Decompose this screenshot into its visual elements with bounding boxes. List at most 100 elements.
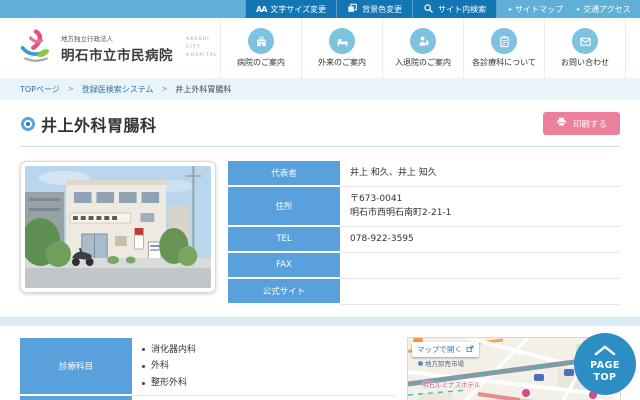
font-size-icon: AA xyxy=(256,4,267,14)
row-header: 診療科目 xyxy=(20,338,132,396)
brand-text: 地方独立行政法人 明石市立市民病院 xyxy=(61,33,173,64)
clinic-detail-table: 診療科目 消化器内科 外科 整形外科 コメント 胃内視鏡 xyxy=(20,338,396,400)
row-header: 住所 xyxy=(228,187,340,227)
nav-item-contact[interactable]: お問い合わせ xyxy=(544,18,625,78)
tel-value: 078-922-3595 xyxy=(350,233,414,244)
utility-links: ▸ サイトマップ ▸ 交通アクセス xyxy=(509,0,631,18)
breadcrumb-current: 井上外科胃腸科 xyxy=(175,84,232,94)
table-row-representative: 代表者 井上 和久、井上 知久 xyxy=(228,161,620,187)
background-color-button[interactable]: 背景色変更 xyxy=(337,0,414,18)
departments-list: 消化器内科 外科 整形外科 xyxy=(142,342,386,392)
utility-bar: AA 文字サイズ変更 背景色変更 サイト内検索 ▸ サイトマップ ▸ 交通アクセ… xyxy=(0,0,640,18)
site-search-label: サイト内検索 xyxy=(438,4,487,14)
org-name-en: AKASHI CITY HOSPITAL xyxy=(186,36,218,59)
table-row-address: 住所 〒673-0041 明石市西明石南町2-21-1 xyxy=(228,187,620,227)
printer-icon xyxy=(556,117,567,130)
breadcrumb-separator: > xyxy=(67,85,74,93)
page-top-label: TOP xyxy=(593,371,617,383)
map-poi-label: 明石ルミナスホテル xyxy=(422,381,481,389)
department-item: 外科 xyxy=(142,358,386,375)
nav-item-admission-guide[interactable]: 入退院のご案内 xyxy=(382,18,463,78)
main-nav: 病院のご案内 外来のご案内 入退院のご案内 各診療科について お問い合わせ xyxy=(220,18,626,78)
row-value: 〒673-0041 明石市西明石南町2-21-1 xyxy=(340,187,620,227)
external-link-icon xyxy=(466,345,474,355)
arrow-bullet-icon: ▸ xyxy=(509,5,513,13)
table-row-tel: TEL 078-922-3595 xyxy=(228,227,620,253)
title-bullet-icon xyxy=(21,117,35,131)
breadcrumb-top-link[interactable]: TOPページ xyxy=(20,84,60,95)
main-content: 井上外科胃腸科 印刷する 代表者 井上 和久、井上 知久 住所 〒673-004… xyxy=(0,112,640,400)
open-in-maps-label: マップで開く xyxy=(417,345,462,354)
hospital-building-icon xyxy=(248,28,274,54)
clinic-info-table: 代表者 井上 和久、井上 知久 住所 〒673-0041 明石市西明石南町2-2… xyxy=(228,161,620,305)
outpatient-bed-icon xyxy=(329,28,355,54)
row-value xyxy=(340,253,620,279)
nav-item-outpatient-guide[interactable]: 外来のご案内 xyxy=(301,18,382,78)
clinic-summary-row: 代表者 井上 和久、井上 知久 住所 〒673-0041 明石市西明石南町2-2… xyxy=(20,161,620,305)
row-value: 078-922-3595 xyxy=(340,227,620,253)
page-top-button[interactable]: PAGE TOP xyxy=(574,333,636,395)
site-search-button[interactable]: サイト内検索 xyxy=(413,0,498,18)
arrow-bullet-icon: ▸ xyxy=(577,5,581,13)
department-item: 整形外科 xyxy=(142,375,386,392)
row-header: 代表者 xyxy=(228,161,340,187)
background-color-label: 背景色変更 xyxy=(362,4,403,14)
nav-item-departments[interactable]: 各診療科について xyxy=(463,18,544,78)
print-button[interactable]: 印刷する xyxy=(542,112,620,135)
utility-buttons: AA 文字サイズ変更 背景色変更 サイト内検索 xyxy=(245,0,498,18)
sitemap-label: サイトマップ xyxy=(515,4,564,14)
layers-icon xyxy=(347,3,358,16)
departments-clipboard-icon xyxy=(491,28,517,54)
print-button-label: 印刷する xyxy=(572,119,607,130)
nav-label: 病院のご案内 xyxy=(237,58,285,67)
row-value: 井上 和久、井上 知久 xyxy=(340,161,620,187)
access-link[interactable]: ▸ 交通アクセス xyxy=(577,4,631,15)
table-row-comment: コメント 胃内視鏡 xyxy=(20,396,396,400)
org-name: 明石市立市民病院 xyxy=(61,47,173,64)
title-divider xyxy=(20,146,620,147)
access-label: 交通アクセス xyxy=(583,4,631,14)
title-row: 井上外科胃腸科 印刷する xyxy=(20,112,620,136)
department-item: 消化器内科 xyxy=(142,342,386,359)
row-header: コメント xyxy=(20,396,132,400)
map-poi-label: 地方卸売市場 xyxy=(418,358,464,368)
chevron-up-icon xyxy=(593,345,617,360)
search-icon xyxy=(423,3,434,16)
breadcrumb: TOPページ > 登録医検索システム > 井上外科胃腸科 xyxy=(0,78,640,100)
postal-code: 〒673-0041 xyxy=(350,194,403,204)
row-value: 消化器内科 外科 整形外科 xyxy=(132,338,396,396)
org-type: 地方独立行政法人 xyxy=(61,34,113,43)
clinic-photo xyxy=(20,161,216,293)
row-value xyxy=(340,279,620,305)
nav-label: 各診療科について xyxy=(472,58,536,67)
table-row-fax: FAX xyxy=(228,253,620,279)
row-value: 胃内視鏡 xyxy=(132,396,396,400)
nav-label: お問い合わせ xyxy=(561,58,609,67)
row-header: TEL xyxy=(228,227,340,253)
hospital-logo[interactable]: 地方独立行政法人 明石市立市民病院 AKASHI CITY HOSPITAL xyxy=(18,29,224,67)
font-size-button[interactable]: AA 文字サイズ変更 xyxy=(245,0,338,18)
nav-item-hospital-guide[interactable]: 病院のご案内 xyxy=(220,18,301,78)
page-title: 井上外科胃腸科 xyxy=(41,116,157,135)
breadcrumb-search-system-link[interactable]: 登録医検索システム xyxy=(82,84,154,95)
row-header: FAX xyxy=(228,253,340,279)
table-row-departments: 診療科目 消化器内科 外科 整形外科 xyxy=(20,338,396,396)
nav-label: 入退院のご案内 xyxy=(395,58,451,67)
table-row-official-site: 公式サイト xyxy=(228,279,620,305)
font-size-label: 文字サイズ変更 xyxy=(270,4,327,14)
address-value: 明石市西明石南町2-21-1 xyxy=(350,207,452,218)
nav-label: 外来のご案内 xyxy=(318,58,366,67)
section-divider-band xyxy=(0,317,640,326)
site-header: 地方独立行政法人 明石市立市民病院 AKASHI CITY HOSPITAL 病… xyxy=(0,18,640,78)
sitemap-link[interactable]: ▸ サイトマップ xyxy=(509,4,563,15)
clinic-detail-row: 診療科目 消化器内科 外科 整形外科 コメント 胃内視鏡 xyxy=(20,337,621,400)
contact-mail-icon xyxy=(572,28,598,54)
page-top-label: PAGE xyxy=(590,360,620,372)
row-header: 公式サイト xyxy=(228,279,340,305)
page-root: AA 文字サイズ変更 背景色変更 サイト内検索 ▸ サイトマップ ▸ 交通アクセ… xyxy=(0,0,640,400)
open-in-maps-button[interactable]: マップで開く xyxy=(412,342,479,357)
breadcrumb-separator: > xyxy=(161,85,168,93)
representative-value: 井上 和久、井上 知久 xyxy=(350,167,437,178)
admission-person-icon xyxy=(410,28,436,54)
hospital-logo-mark-icon xyxy=(18,29,54,67)
